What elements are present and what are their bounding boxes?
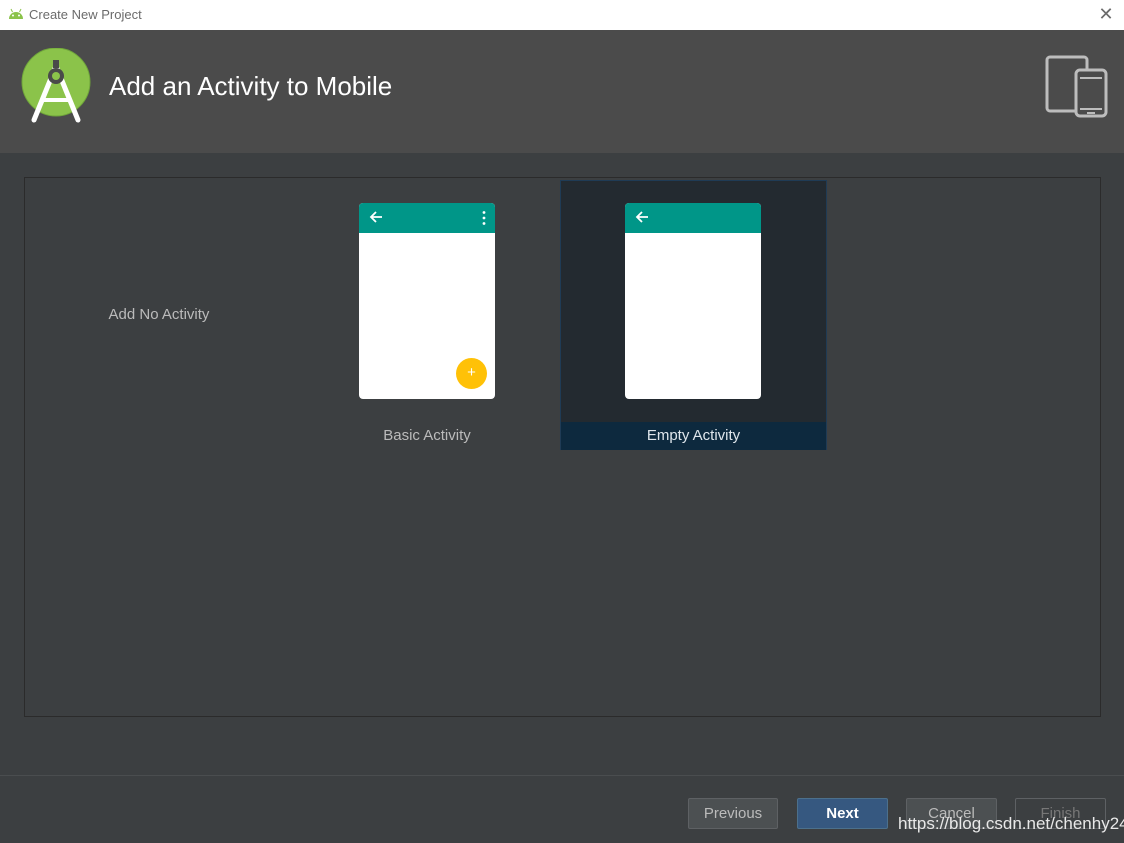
more-vert-icon: [482, 211, 486, 225]
tablet-phone-icon: [1045, 55, 1108, 118]
activity-label: Empty Activity: [561, 422, 826, 450]
footer-divider: [0, 775, 1124, 776]
wizard-header: Add an Activity to Mobile: [0, 30, 1124, 153]
previous-button[interactable]: Previous: [688, 798, 778, 829]
toolbar: [625, 203, 761, 233]
activity-option-add-no-activity[interactable]: Add No Activity: [25, 178, 293, 450]
activity-label: Add No Activity: [108, 306, 210, 323]
close-icon[interactable]: ✕: [1096, 4, 1116, 24]
watermark: https://blog.csdn.net/chenhy24: [898, 814, 1124, 833]
window-title: Create New Project: [29, 7, 142, 22]
empty-activity-preview: [625, 203, 761, 399]
next-button[interactable]: Next: [797, 798, 888, 829]
fab-add-icon: +: [456, 358, 487, 389]
activity-label: Basic Activity: [383, 427, 471, 444]
toolbar: [359, 203, 495, 233]
arrow-back-icon: [635, 211, 648, 223]
activity-gallery: Add No Activity + Basic Activity Empty A…: [24, 177, 1101, 717]
activity-option-empty-activity[interactable]: Empty Activity: [560, 180, 827, 450]
window-titlebar: Create New Project ✕: [0, 0, 1124, 30]
activity-option-basic-activity[interactable]: + Basic Activity: [293, 178, 561, 450]
android-icon: [9, 8, 23, 19]
android-studio-logo: [21, 48, 91, 123]
page-title: Add an Activity to Mobile: [109, 71, 393, 101]
arrow-back-icon: [369, 211, 382, 223]
basic-activity-preview: +: [359, 203, 495, 399]
